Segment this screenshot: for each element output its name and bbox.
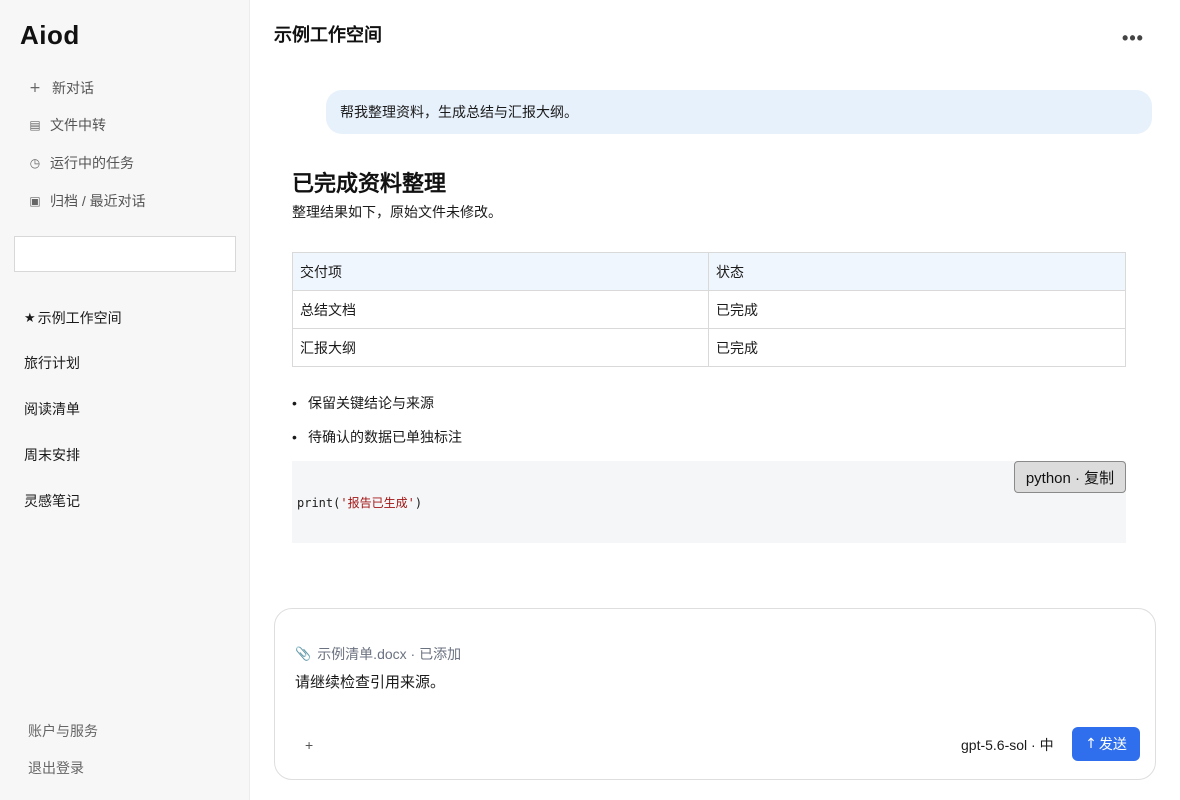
code-string: '报告已生成'	[340, 496, 415, 510]
send-label: 发送	[1098, 736, 1127, 752]
user-message-text: 帮我整理资料，生成总结与汇报大纲。	[340, 104, 578, 120]
table-header-cell: 交付项	[292, 252, 709, 291]
logout-link[interactable]: 退出登录	[28, 758, 84, 778]
composer: 📎 示例清单.docx · 已添加 请继续检查引用来源。 + gpt-5.6-s…	[274, 608, 1156, 780]
list-item-text: 待确认的数据已单独标注	[308, 429, 462, 445]
table-header-cell: 状态	[708, 252, 1126, 291]
new-chat-button[interactable]: + 新对话	[28, 76, 94, 100]
document-icon: ▤	[29, 118, 41, 132]
result-table: 交付项 状态 总结文档 已完成 汇报大纲 已完成	[292, 252, 1126, 367]
response-title: 已完成资料整理	[292, 171, 447, 196]
nav-item-archive[interactable]: ▣ 归档 / 最近对话	[28, 189, 146, 213]
conversation-label: 阅读清单	[24, 401, 80, 417]
bullet-icon: •	[292, 429, 297, 445]
send-button[interactable]: ↑ 发送	[1072, 727, 1140, 761]
conversation-item-reading[interactable]: 阅读清单	[24, 397, 80, 421]
add-attachment-button[interactable]: +	[305, 737, 313, 753]
conversation-item-workspace[interactable]: ★ 示例工作空间	[24, 306, 122, 330]
conversation-item-travel[interactable]: 旅行计划	[24, 351, 80, 375]
model-selector[interactable]: gpt-5.6-sol · 中	[961, 735, 1054, 755]
table-header-row: 交付项 状态	[292, 252, 1126, 291]
list-item: • 保留关键结论与来源	[292, 393, 434, 413]
code-block: print('报告已生成') python · 复制	[292, 461, 1126, 543]
plus-icon: +	[29, 80, 41, 96]
copy-code-button[interactable]: python · 复制	[1014, 461, 1126, 493]
list-item: • 待确认的数据已单独标注	[292, 427, 462, 447]
user-message-bubble: 帮我整理资料，生成总结与汇报大纲。	[326, 90, 1152, 134]
search-input[interactable]	[14, 236, 236, 272]
code-close: )	[414, 496, 423, 510]
more-options-button[interactable]: •••	[1118, 26, 1148, 50]
response-subtitle: 整理结果如下，原始文件未修改。	[292, 204, 502, 220]
brand-logo: Aiod	[20, 20, 80, 50]
table-cell: 已完成	[708, 328, 1126, 367]
arrow-up-icon: ↑	[1085, 736, 1097, 752]
table-row: 总结文档 已完成	[292, 290, 1126, 329]
conversation-item-notes[interactable]: 灵感笔记	[24, 489, 80, 513]
conversation-item-weekend[interactable]: 周末安排	[24, 443, 80, 467]
nav-label-running-tasks: 运行中的任务	[50, 155, 134, 171]
nav-label-new-chat: 新对话	[52, 80, 94, 96]
clock-icon: ◷	[29, 156, 41, 170]
conversation-label: 灵感笔记	[24, 493, 80, 509]
nav-label-archive: 归档 / 最近对话	[50, 193, 146, 209]
table-row: 汇报大纲 已完成	[292, 328, 1126, 367]
table-cell: 汇报大纲	[292, 328, 709, 367]
code-function: print(	[297, 496, 341, 510]
conversation-label: 旅行计划	[24, 355, 80, 371]
nav-item-running-tasks[interactable]: ◷ 运行中的任务	[28, 151, 134, 175]
attachment-label: 示例清单.docx · 已添加	[317, 646, 462, 662]
attachment-chip[interactable]: 📎 示例清单.docx · 已添加	[295, 644, 461, 664]
conversation-label: 周末安排	[24, 447, 80, 463]
conversation-label: 示例工作空间	[37, 310, 122, 326]
code-line: print('报告已生成')	[297, 494, 422, 511]
paperclip-icon: 📎	[295, 646, 312, 662]
bullet-icon: •	[292, 395, 297, 411]
nav-label-file-transfer: 文件中转	[50, 117, 106, 133]
table-cell: 总结文档	[292, 290, 709, 329]
list-item-text: 保留关键结论与来源	[308, 395, 434, 411]
message-input[interactable]: 请继续检查引用来源。	[295, 671, 445, 692]
nav-item-file-transfer[interactable]: ▤ 文件中转	[28, 113, 106, 137]
account-link[interactable]: 账户与服务	[28, 721, 98, 741]
sidebar: Aiod + 新对话 ▤ 文件中转 ◷ 运行中的任务 ▣ 归档 / 最近对话 ★…	[0, 0, 250, 800]
star-icon: ★	[24, 310, 36, 326]
page-title: 示例工作空间	[274, 25, 382, 45]
table-cell: 已完成	[708, 290, 1126, 329]
archive-icon: ▣	[29, 194, 41, 208]
